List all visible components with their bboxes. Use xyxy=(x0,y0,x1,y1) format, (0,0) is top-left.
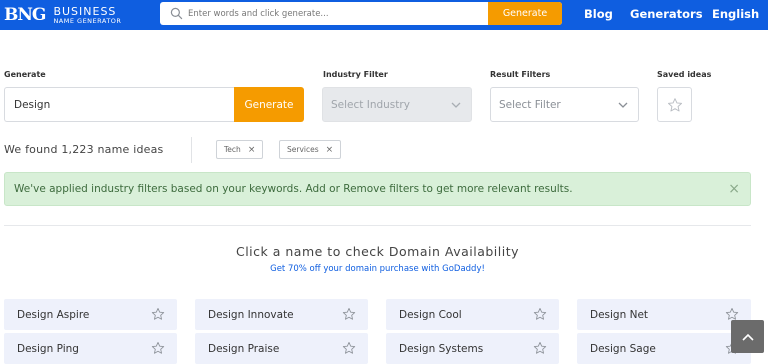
star-icon[interactable] xyxy=(151,341,165,355)
result-filter-select[interactable]: Select Filter xyxy=(490,87,639,122)
godaddy-promo-link[interactable]: Get 70% off your domain purchase with Go… xyxy=(0,264,755,274)
industry-filter-label: Industry Filter xyxy=(323,70,388,79)
name-card-label: Design Ping xyxy=(17,342,79,355)
star-icon[interactable] xyxy=(533,341,547,355)
filters-alert: We've applied industry filters based on … xyxy=(4,172,751,206)
name-card[interactable]: Design Aspire xyxy=(4,299,177,330)
name-card[interactable]: Design Innovate xyxy=(195,299,368,330)
search-generate-button[interactable]: Generate xyxy=(488,2,562,25)
logo-subtitle: NAME GENERATOR xyxy=(53,16,122,25)
logo[interactable]: BNG BUSINESS NAME GENERATOR xyxy=(4,2,121,28)
logo-title: BUSINESS xyxy=(53,4,117,18)
nav-blog-link[interactable]: Blog xyxy=(584,7,613,21)
name-card[interactable]: Design Systems xyxy=(386,333,559,364)
star-icon[interactable] xyxy=(533,307,547,321)
name-card-label: Design Sage xyxy=(590,342,656,355)
back-to-top-button[interactable] xyxy=(731,320,764,353)
name-card[interactable]: Design Praise xyxy=(195,333,368,364)
divider xyxy=(191,137,192,163)
name-card-label: Design Net xyxy=(590,308,649,321)
saved-ideas-button[interactable] xyxy=(657,87,692,122)
alert-message: We've applied industry filters based on … xyxy=(14,183,573,195)
search-input[interactable] xyxy=(188,2,488,25)
chevron-down-icon xyxy=(618,102,628,108)
name-card-label: Design Cool xyxy=(399,308,462,321)
filter-chip-tech[interactable]: Tech × xyxy=(216,140,264,159)
name-card[interactable]: Design Ping xyxy=(4,333,177,364)
name-card[interactable]: Design Sage xyxy=(577,333,751,364)
star-icon[interactable] xyxy=(342,307,356,321)
chevron-down-icon xyxy=(451,102,461,108)
result-filter-select-value: Select Filter xyxy=(499,98,561,111)
name-card-label: Design Systems xyxy=(399,342,484,355)
name-card-label: Design Innovate xyxy=(208,308,294,321)
close-icon[interactable]: × xyxy=(326,145,334,155)
star-icon[interactable] xyxy=(151,307,165,321)
name-card-label: Design Praise xyxy=(208,342,280,355)
search-icon xyxy=(170,7,183,20)
chip-label: Tech xyxy=(224,145,241,154)
result-filters-label: Result Filters xyxy=(490,70,551,79)
search-bar: Generate xyxy=(160,2,562,25)
filter-chip-services[interactable]: Services × xyxy=(279,140,342,159)
close-icon[interactable]: × xyxy=(248,145,256,155)
close-icon[interactable]: × xyxy=(728,181,740,197)
saved-ideas-label: Saved ideas xyxy=(657,70,712,79)
nav-generators-link[interactable]: Generators xyxy=(630,7,703,21)
domain-headline: Click a name to check Domain Availabilit… xyxy=(235,244,520,259)
generate-button[interactable]: Generate xyxy=(234,87,304,122)
nav-language-link[interactable]: English xyxy=(712,7,759,21)
generate-input[interactable] xyxy=(4,87,234,122)
chevron-up-icon xyxy=(741,333,754,341)
logo-mark: BNG xyxy=(4,5,46,25)
results-count: We found 1,223 name ideas xyxy=(4,143,164,156)
generate-label: Generate xyxy=(4,70,46,79)
industry-select-value: Select Industry xyxy=(331,98,410,111)
name-card[interactable]: Design Cool xyxy=(386,299,559,330)
chip-label: Services xyxy=(287,145,319,154)
industry-select[interactable]: Select Industry xyxy=(322,87,472,122)
star-icon[interactable] xyxy=(342,341,356,355)
star-icon xyxy=(667,97,682,111)
top-navbar: BNG BUSINESS NAME GENERATOR Generate Blo… xyxy=(0,0,768,30)
star-icon[interactable] xyxy=(725,307,739,321)
name-card[interactable]: Design Net xyxy=(577,299,751,330)
name-card-label: Design Aspire xyxy=(17,308,90,321)
divider xyxy=(4,225,751,226)
